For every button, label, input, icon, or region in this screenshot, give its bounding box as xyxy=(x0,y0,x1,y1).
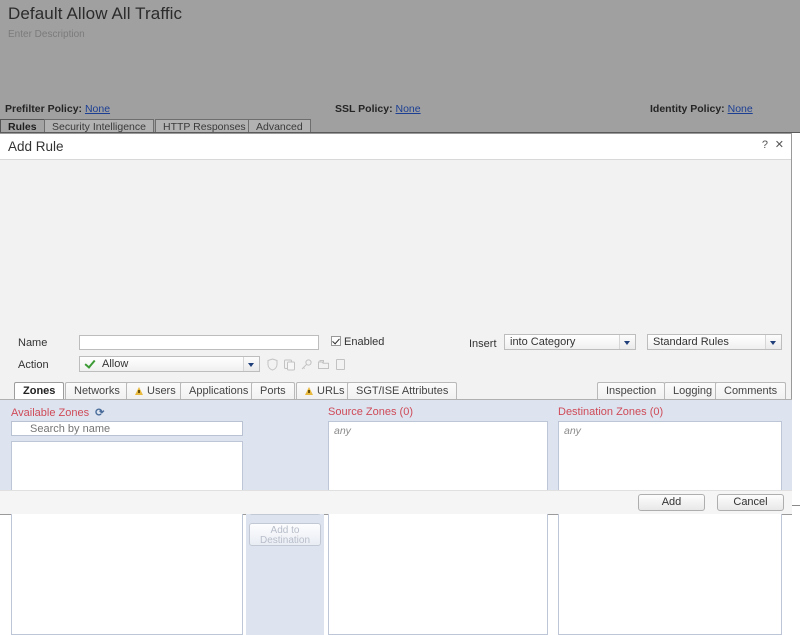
available-zones-list[interactable] xyxy=(11,441,243,635)
refresh-icon[interactable]: ⟳ xyxy=(95,406,104,419)
tab-networks[interactable]: Networks xyxy=(65,382,129,400)
page-title: Default Allow All Traffic xyxy=(8,4,183,23)
action-select-value: Allow xyxy=(102,358,129,370)
add-to-destination-line2: Destination xyxy=(259,535,311,546)
app-root: Default Allow All Traffic Enter Descript… xyxy=(0,0,800,635)
document-icon[interactable] xyxy=(334,358,347,371)
identity-policy-label: Identity Policy: xyxy=(650,103,725,115)
add-to-destination-line1: Add to xyxy=(270,525,300,536)
name-input[interactable] xyxy=(79,335,319,350)
tab-urls-label: URLs xyxy=(317,385,345,397)
tab-advanced[interactable]: Advanced xyxy=(248,119,311,133)
criteria-tabstrip: Zones Networks Users Applications Ports … xyxy=(0,382,792,400)
tab-comments[interactable]: Comments xyxy=(715,382,787,400)
tab-http-responses[interactable]: HTTP Responses xyxy=(155,119,254,133)
available-zones-heading: Available Zones ⟳ xyxy=(11,406,104,419)
warning-icon xyxy=(305,387,313,395)
destination-zones-heading: Destination Zones (0) xyxy=(558,406,664,418)
help-icon[interactable]: ? xyxy=(762,139,768,151)
page-description: Enter Description xyxy=(8,29,85,40)
tab-applications[interactable]: Applications xyxy=(180,382,258,400)
prefilter-policy-label: Prefilter Policy: xyxy=(5,103,83,115)
transfer-button-column: Add to Source Add to Destination xyxy=(246,401,324,635)
allow-check-icon xyxy=(85,359,96,369)
search-input[interactable] xyxy=(11,421,243,436)
dialog-title: Add Rule xyxy=(8,139,64,154)
source-zones-placeholder: any xyxy=(334,425,351,437)
tab-users[interactable]: Users xyxy=(126,382,185,400)
add-to-destination-button[interactable]: Add to Destination xyxy=(249,523,321,546)
tab-ports[interactable]: Ports xyxy=(251,382,295,400)
close-icon[interactable]: ✕ xyxy=(775,139,784,151)
insert-select[interactable]: into Category xyxy=(504,334,636,350)
identity-policy-link[interactable]: None xyxy=(728,103,753,115)
prefilter-policy-link[interactable]: None xyxy=(85,103,110,115)
insert-label: Insert xyxy=(469,338,497,350)
cancel-button[interactable]: Cancel xyxy=(717,494,784,511)
policy-tabstrip: Rules Security Intelligence HTTP Respons… xyxy=(0,119,800,133)
action-label: Action xyxy=(18,359,49,371)
category-select[interactable]: Standard Rules xyxy=(647,334,782,350)
chevron-down-icon[interactable] xyxy=(765,335,781,349)
tab-rules[interactable]: Rules xyxy=(0,119,45,133)
tab-security-intelligence[interactable]: Security Intelligence xyxy=(44,119,154,133)
tab-logging[interactable]: Logging xyxy=(664,382,722,400)
enabled-label: Enabled xyxy=(344,336,385,348)
enabled-checkbox-box[interactable] xyxy=(331,336,341,346)
lock-key-icon[interactable] xyxy=(300,358,313,371)
enabled-checkbox[interactable]: Enabled xyxy=(331,336,384,348)
action-select[interactable]: Allow xyxy=(79,356,260,372)
source-zones-heading: Source Zones (0) xyxy=(328,406,413,418)
source-zones-list[interactable]: any xyxy=(328,421,548,635)
chevron-down-icon[interactable] xyxy=(619,335,635,349)
destination-zones-list[interactable]: any xyxy=(558,421,782,635)
ssl-policy-label: SSL Policy: xyxy=(335,103,393,115)
name-label: Name xyxy=(18,337,48,349)
dialog-titlebar: Add Rule ? ✕ xyxy=(0,134,791,160)
tab-sgt-ise-attributes[interactable]: SGT/ISE Attributes xyxy=(347,382,458,400)
tab-urls[interactable]: URLs xyxy=(296,382,354,400)
add-rule-dialog: Add Rule ? ✕ Name Enabled Action Allow I… xyxy=(0,133,792,635)
dialog-footer: Add Cancel xyxy=(0,490,792,514)
insert-select-value: into Category xyxy=(510,336,576,348)
files-icon[interactable] xyxy=(283,358,296,371)
available-zones-label: Available Zones xyxy=(11,407,90,419)
tab-zones[interactable]: Zones xyxy=(14,382,65,400)
category-select-value: Standard Rules xyxy=(653,336,729,348)
tab-users-label: Users xyxy=(147,385,176,397)
add-button[interactable]: Add xyxy=(638,494,705,511)
tab-inspection[interactable]: Inspection xyxy=(597,382,666,400)
ssl-policy: SSL Policy: None xyxy=(335,103,421,115)
dialog-body: Name Enabled Action Allow Insert into Ca… xyxy=(0,160,792,635)
identity-policy: Identity Policy: None xyxy=(650,103,753,115)
destination-zones-placeholder: any xyxy=(564,425,581,437)
folder-icon[interactable] xyxy=(317,358,330,371)
chevron-down-icon[interactable] xyxy=(243,357,259,371)
ssl-policy-link[interactable]: None xyxy=(396,103,421,115)
warning-icon xyxy=(135,387,143,395)
shield-icon[interactable] xyxy=(266,358,279,371)
rule-option-icons xyxy=(266,357,376,373)
prefilter-policy: Prefilter Policy: None xyxy=(5,103,110,115)
